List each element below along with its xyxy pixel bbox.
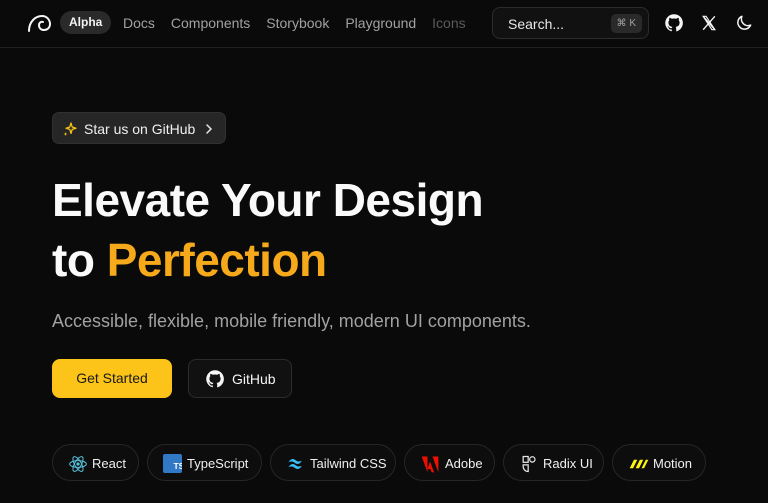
- tech-label-react: React: [92, 456, 126, 471]
- react-icon: [69, 456, 87, 472]
- typescript-icon: TS: [163, 454, 182, 473]
- tailwind-icon: [288, 459, 302, 469]
- tech-pill-tailwind[interactable]: Tailwind CSS: [270, 444, 396, 481]
- star-on-github-pill[interactable]: Star us on GitHub: [52, 112, 226, 144]
- motion-icon: [629, 459, 649, 469]
- tech-label-radix: Radix UI: [543, 456, 593, 471]
- tech-label-adobe: Adobe: [445, 456, 483, 471]
- headline-line-1: Elevate Your Design: [52, 174, 484, 226]
- headline-line-2: to Perfection: [52, 230, 483, 290]
- tech-label-motion: Motion: [653, 456, 693, 471]
- nav-link-storybook[interactable]: Storybook: [266, 14, 329, 32]
- alpha-badge: Alpha: [60, 11, 112, 34]
- get-started-button[interactable]: Get Started: [52, 359, 172, 398]
- tech-pill-radix[interactable]: Radix UI: [503, 444, 604, 481]
- nav-links: Docs Components Storybook Playground Ico…: [123, 14, 482, 32]
- search-placeholder: Search...: [508, 16, 565, 32]
- logo-icon[interactable]: [26, 12, 52, 34]
- adobe-icon: [421, 456, 439, 473]
- sparkles-icon: [63, 122, 77, 136]
- nav-link-docs[interactable]: Docs: [123, 14, 155, 32]
- tech-pill-typescript[interactable]: TS TypeScript: [147, 444, 262, 481]
- tech-pill-motion[interactable]: Motion: [612, 444, 706, 481]
- hero-subtitle: Accessible, flexible, mobile friendly, m…: [52, 311, 531, 331]
- tech-label-tailwind: Tailwind CSS: [310, 456, 387, 471]
- headline-accent: Perfection: [106, 234, 327, 286]
- chevron-right-icon: [206, 124, 213, 134]
- hero-headline: Elevate Your Design to Perfection: [52, 170, 484, 290]
- tech-label-typescript: TypeScript: [187, 456, 249, 471]
- tech-pill-react[interactable]: React: [52, 444, 139, 481]
- top-navbar: Alpha Docs Components Storybook Playgrou…: [0, 0, 768, 48]
- radix-icon: [522, 455, 536, 473]
- nav-link-playground[interactable]: Playground: [345, 14, 416, 32]
- x-icon[interactable]: [699, 13, 719, 33]
- svg-text:TS: TS: [173, 461, 182, 471]
- search-button[interactable]: Search... ⌘ K: [492, 7, 649, 39]
- nav-link-icons[interactable]: Icons: [432, 14, 465, 32]
- tech-pill-adobe[interactable]: Adobe: [404, 444, 495, 481]
- github-icon: [206, 370, 224, 388]
- github-icon[interactable]: [664, 13, 684, 33]
- search-shortcut: ⌘ K: [610, 14, 642, 33]
- headline-prefix: to: [52, 234, 107, 286]
- nav-link-components[interactable]: Components: [171, 14, 250, 32]
- moon-icon[interactable]: [734, 13, 754, 33]
- github-button-label: GitHub: [232, 371, 276, 387]
- star-pill-label: Star us on GitHub: [84, 121, 196, 137]
- github-button[interactable]: GitHub: [188, 359, 292, 398]
